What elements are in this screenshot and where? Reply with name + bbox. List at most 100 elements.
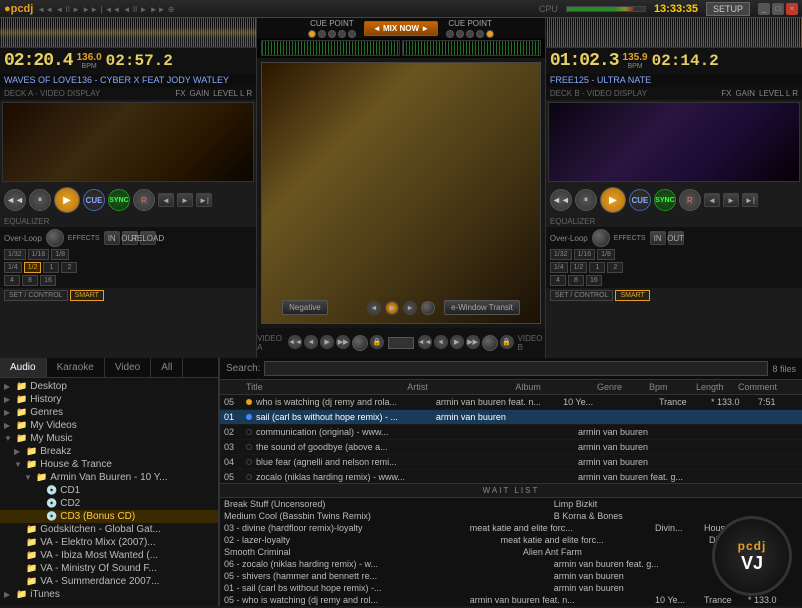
deck-a-loop-1[interactable]: 1 xyxy=(43,262,59,273)
video-b-btn1[interactable]: ◄◄ xyxy=(418,335,432,349)
deck-a-loop-4[interactable]: 4 xyxy=(4,275,20,286)
tree-item-va-ibiza[interactable]: ▶ 📁 VA - Ibiza Most Wanted (... xyxy=(0,549,218,562)
deck-b-loop-8[interactable]: 8 xyxy=(568,275,584,286)
deck-b-pause-button[interactable]: ⏸ xyxy=(575,189,597,211)
tree-item-history[interactable]: ▶ 📁 History xyxy=(0,393,218,406)
deck-a-cue-button[interactable]: CUE xyxy=(83,189,105,211)
video-a-btn1[interactable]: ◄◄ xyxy=(288,335,302,349)
center-video-prev[interactable]: ◄ xyxy=(367,301,381,315)
deck-a-loop-1-32[interactable]: 1/32 xyxy=(4,249,26,260)
deck-b-loop-1-2[interactable]: 1/2 xyxy=(570,262,588,273)
cue-dot-l1[interactable] xyxy=(308,30,316,38)
center-fader[interactable] xyxy=(388,337,414,349)
tree-item-va-summer[interactable]: ▶ 📁 VA - Summerdance 2007... xyxy=(0,575,218,588)
center-video-next[interactable]: ► xyxy=(403,301,417,315)
minimize-button[interactable]: _ xyxy=(758,3,770,15)
video-b-btn2[interactable]: ◄ xyxy=(434,335,448,349)
cue-dot-r3[interactable] xyxy=(466,30,474,38)
deck-b-play-button[interactable]: ▶ xyxy=(600,187,626,213)
wait-list-row[interactable]: Medium Cool (Bassbin Twins Remix) B Korn… xyxy=(220,510,802,522)
deck-a-play-button[interactable]: ▶ xyxy=(54,187,80,213)
table-row[interactable]: 02 communication (original) - www... arm… xyxy=(220,425,802,440)
video-b-btn3[interactable]: ▶ xyxy=(450,335,464,349)
table-row[interactable]: 04 blue fear (agnelli and nelson remi...… xyxy=(220,455,802,470)
negative-button[interactable]: Negative xyxy=(282,300,328,315)
deck-b-loop-1-8[interactable]: 1/8 xyxy=(597,249,615,260)
deck-b-loop-1[interactable]: 1 xyxy=(589,262,605,273)
deck-a-pause-button[interactable]: ⏸ xyxy=(29,189,51,211)
deck-b-cue-button[interactable]: CUE xyxy=(629,189,651,211)
table-row[interactable]: 05 who is watching (dj remy and rola... … xyxy=(220,395,802,410)
deck-b-loop-1-32[interactable]: 1/32 xyxy=(550,249,572,260)
tree-item-mymusic[interactable]: ▼ 📁 My Music xyxy=(0,432,218,445)
tree-item-va-ministry[interactable]: ▶ 📁 VA - Ministry Of Sound F... xyxy=(0,562,218,575)
cue-dot-l5[interactable] xyxy=(348,30,356,38)
video-b-btn4[interactable]: ▶▶ xyxy=(466,335,480,349)
deck-b-skip-back[interactable]: ◄ xyxy=(704,193,720,207)
deck-b-sync-button[interactable]: SYNC xyxy=(654,189,676,211)
tree-item-desktop[interactable]: ▶ 📁 Desktop xyxy=(0,380,218,393)
video-b-knob[interactable] xyxy=(482,335,498,351)
wait-list-row[interactable]: 03 - divine (hardfloor remix)-loyalty me… xyxy=(220,522,802,534)
deck-b-loop-4[interactable]: 4 xyxy=(550,275,566,286)
deck-a-end[interactable]: ►| xyxy=(196,193,212,207)
deck-b-loop-knob[interactable] xyxy=(592,229,610,247)
deck-a-loop-1-2[interactable]: 1/2 xyxy=(24,262,42,273)
video-a-lock[interactable]: 🔒 xyxy=(370,335,384,349)
maximize-button[interactable]: □ xyxy=(772,3,784,15)
deck-a-set-btn[interactable]: SET / CONTROL xyxy=(4,290,68,301)
deck-a-prev-button[interactable]: ◄◄ xyxy=(4,189,26,211)
tree-item-va-elektro[interactable]: ▶ 📁 VA - Elektro Mixx (2007)... xyxy=(0,536,218,549)
deck-b-out-btn[interactable]: OUT xyxy=(668,231,684,245)
deck-a-loop-1-8[interactable]: 1/8 xyxy=(51,249,69,260)
wait-list-row[interactable]: Break Stuff (Uncensored) Limp Bizkit xyxy=(220,498,802,510)
tree-item-myvideos[interactable]: ▶ 📁 My Videos xyxy=(0,419,218,432)
deck-a-loop-knob[interactable] xyxy=(46,229,64,247)
deck-b-r-button[interactable]: R xyxy=(679,189,701,211)
deck-b-loop-1-16[interactable]: 1/16 xyxy=(574,249,596,260)
table-row[interactable]: 03 the sound of goodbye (above a... armi… xyxy=(220,440,802,455)
deck-a-loop-1-16[interactable]: 1/16 xyxy=(28,249,50,260)
video-a-knob[interactable] xyxy=(352,335,368,351)
deck-b-loop-16[interactable]: 16 xyxy=(586,275,602,286)
deck-a-skip-fwd[interactable]: ► xyxy=(177,193,193,207)
tree-item-cd1[interactable]: ▶ 💿 CD1 xyxy=(0,484,218,497)
deck-b-in-btn[interactable]: IN xyxy=(650,231,666,245)
tab-audio[interactable]: Audio xyxy=(0,358,47,377)
deck-b-smart-btn[interactable]: SMART xyxy=(615,290,649,301)
tree-item-itunes[interactable]: ▶ 📁 iTunes xyxy=(0,588,218,601)
deck-b-loop-2[interactable]: 2 xyxy=(607,262,623,273)
deck-a-loop-2[interactable]: 2 xyxy=(61,262,77,273)
video-a-btn3[interactable]: ▶ xyxy=(320,335,334,349)
deck-a-r-button[interactable]: R xyxy=(133,189,155,211)
cue-dot-l3[interactable] xyxy=(328,30,336,38)
tree-item-godskitchen[interactable]: ▶ 📁 Godskitchen - Global Gat... xyxy=(0,523,218,536)
deck-a-reload-btn[interactable]: RELOAD xyxy=(140,231,156,245)
tab-karaoke[interactable]: Karaoke xyxy=(47,358,105,377)
deck-a-loop-16[interactable]: 16 xyxy=(40,275,56,286)
deck-a-skip-back[interactable]: ◄ xyxy=(158,193,174,207)
wait-list-row[interactable]: 01 - sail (carl bs without hope remix) -… xyxy=(220,582,802,594)
cue-dot-r4[interactable] xyxy=(476,30,484,38)
deck-b-skip-fwd[interactable]: ► xyxy=(723,193,739,207)
deck-b-set-btn[interactable]: SET / CONTROL xyxy=(550,290,614,301)
deck-a-in-btn[interactable]: IN xyxy=(104,231,120,245)
cue-dot-r5[interactable] xyxy=(486,30,494,38)
setup-button[interactable]: SETUP xyxy=(706,2,750,16)
deck-b-end[interactable]: ►| xyxy=(742,193,758,207)
deck-a-loop-8[interactable]: 8 xyxy=(22,275,38,286)
tab-video[interactable]: Video xyxy=(105,358,151,377)
tree-item-cd2[interactable]: ▶ 💿 CD2 xyxy=(0,497,218,510)
center-video-play[interactable]: ▶ xyxy=(385,301,399,315)
tree-item-breakz[interactable]: ▶ 📁 Breakz xyxy=(0,445,218,458)
video-a-btn2[interactable]: ◄ xyxy=(304,335,318,349)
deck-a-sync-button[interactable]: SYNC xyxy=(108,189,130,211)
deck-b-loop-1-4[interactable]: 1/4 xyxy=(550,262,568,273)
table-row[interactable]: 01 sail (carl bs without hope remix) - .… xyxy=(220,410,802,425)
video-a-btn4[interactable]: ▶▶ xyxy=(336,335,350,349)
center-video-knob[interactable] xyxy=(421,301,435,315)
video-b-lock[interactable]: 🔒 xyxy=(500,335,514,349)
deck-a-smart-btn[interactable]: SMART xyxy=(70,290,104,301)
deck-a-loop-1-4[interactable]: 1/4 xyxy=(4,262,22,273)
tab-all[interactable]: All xyxy=(151,358,183,377)
